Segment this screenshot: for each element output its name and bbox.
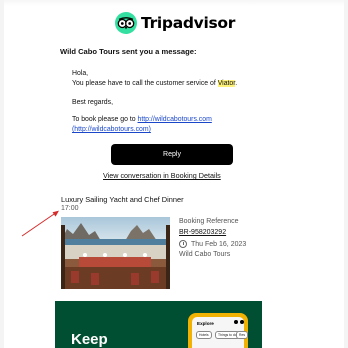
reply-button[interactable]: Reply — [111, 144, 233, 165]
booking-link[interactable]: http://wildcabotours.com — [138, 116, 212, 123]
phone-app-title: Explore — [197, 321, 214, 326]
app-promo-banner[interactable]: Keep Explore Hotels Things to do Res — [55, 301, 262, 348]
booking-date: Thu Feb 16, 2023 — [179, 240, 246, 248]
view-conversation-link[interactable]: View conversation in Booking Details — [103, 171, 221, 180]
sender-line: Wild Cabo Tours sent you a message: — [60, 47, 197, 56]
window-left-edge — [0, 0, 4, 348]
phone-chip: Hotels — [196, 331, 212, 339]
trip-time: 17:00 — [61, 205, 79, 212]
trip-title: Luxury Sailing Yacht and Chef Dinner — [61, 195, 184, 204]
message-body-end: . — [235, 80, 238, 87]
booking-link-paren[interactable]: (http://wildcabotours.com) — [72, 125, 151, 135]
message-body-text: You please have to call the customer ser… — [72, 80, 218, 87]
promo-headline: Keep — [71, 331, 108, 348]
message-booking-line: To book please go to http://wildcabotour… — [72, 115, 212, 125]
phone-header-icons — [232, 320, 244, 324]
window-right-edge — [344, 0, 348, 348]
phone-screen: Explore Hotels Things to do Res — [192, 317, 249, 348]
window-top-edge — [0, 0, 348, 6]
tripadvisor-logo: Tripadvisor — [115, 12, 235, 34]
trip-photo[interactable] — [61, 217, 170, 289]
phone-mockup: Explore Hotels Things to do Res — [188, 313, 249, 348]
booking-text: To book please go to — [72, 116, 138, 123]
message-greeting: Hola, — [72, 70, 89, 77]
booking-reference-id[interactable]: BR-958203292 — [179, 229, 226, 236]
message-body: You please have to call the customer ser… — [72, 79, 237, 89]
tripadvisor-owl-icon — [115, 12, 137, 34]
booking-operator: Wild Cabo Tours — [179, 251, 231, 258]
message-signoff: Best regards, — [72, 99, 113, 106]
phone-chip: Res — [236, 331, 249, 339]
brand-name: Tripadvisor — [141, 14, 236, 32]
highlighted-word: Viator — [217, 80, 236, 87]
booking-date-text: Thu Feb 16, 2023 — [191, 240, 247, 248]
booking-reference-label: Booking Reference — [179, 218, 239, 225]
clock-icon — [179, 240, 187, 248]
